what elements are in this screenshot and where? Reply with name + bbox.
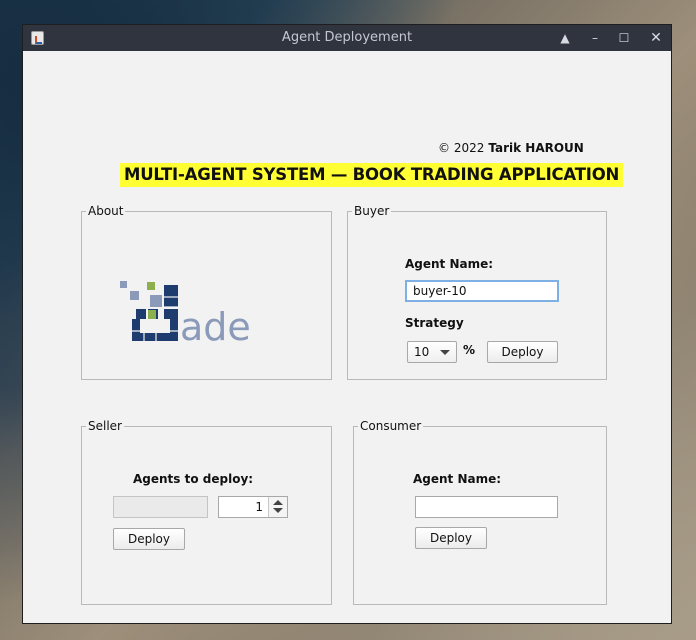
strategy-value: 10 [414,345,430,359]
strategy-label: Strategy [405,316,464,330]
author-name: Tarik HAROUN [488,141,584,155]
consumer-agent-name-label: Agent Name: [413,472,502,486]
seller-legend: Seller [88,419,122,433]
spinner-up-icon[interactable] [273,500,283,505]
strategy-select[interactable]: 10 [407,341,457,363]
logo-text: ade [180,305,251,347]
buyer-deploy-button[interactable]: Deploy [487,341,558,363]
buyer-agent-name-label: Agent Name: [405,257,494,271]
copyright-line: © 2022 Tarik HAROUN [438,141,584,155]
buyer-legend: Buyer [354,204,390,218]
jade-logo: ade [120,277,290,349]
close-icon[interactable]: ✕ [646,28,666,48]
seller-deploy-button[interactable]: Deploy [113,528,185,550]
consumer-deploy-button[interactable]: Deploy [415,527,487,549]
chevron-down-icon [440,350,450,355]
percent-label: % [463,343,476,357]
jade-logo-graphic: ade [120,281,251,349]
shade-icon[interactable]: ▲ [555,28,575,48]
spinner-arrows [268,497,287,517]
page-title: MULTI-AGENT SYSTEM — BOOK TRADING APPLIC… [120,163,624,187]
spinner-value: 1 [255,500,263,514]
spinner-down-icon[interactable] [273,508,283,513]
window-content: © 2022 Tarik HAROUN MULTI-AGENT SYSTEM — … [23,51,671,625]
agents-to-deploy-label: Agents to deploy: [133,472,254,486]
seller-count-field [113,496,208,518]
about-legend: About [88,204,124,218]
copyright-year: © 2022 [438,141,485,155]
agents-count-spinner[interactable]: 1 [218,496,288,518]
maximize-icon[interactable]: ☐ [614,28,634,48]
title-bar[interactable]: Agent Deployement ▲ – ☐ ✕ [23,25,671,51]
consumer-legend: Consumer [360,419,422,433]
buyer-agent-name-input[interactable]: buyer-10 [405,280,559,302]
app-window: Agent Deployement ▲ – ☐ ✕ © 2022 Tarik HA… [22,24,672,624]
consumer-agent-name-input[interactable] [415,496,558,518]
minimize-icon[interactable]: – [585,28,605,48]
